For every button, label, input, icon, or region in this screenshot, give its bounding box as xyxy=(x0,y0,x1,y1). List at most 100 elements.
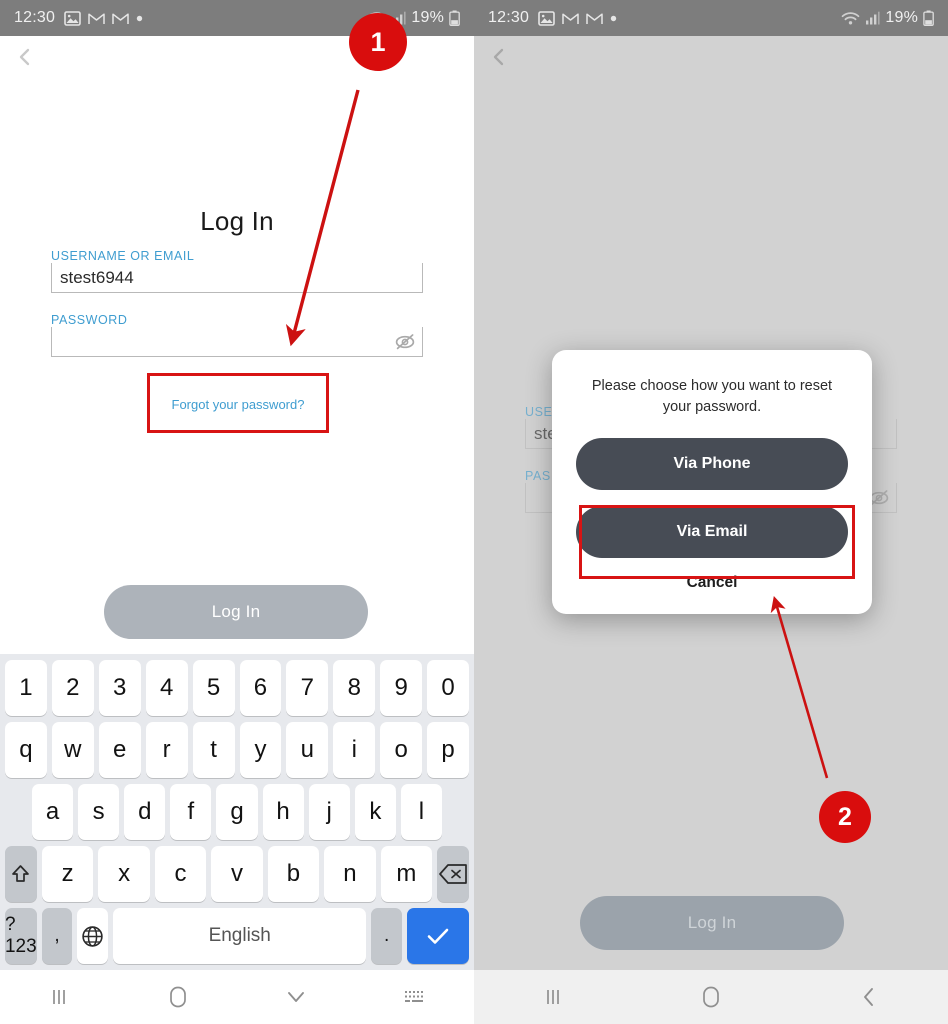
home-icon[interactable] xyxy=(155,977,201,1017)
key-8[interactable]: 8 xyxy=(333,660,376,716)
key-y[interactable]: y xyxy=(239,722,282,778)
key-o[interactable]: o xyxy=(380,722,423,778)
status-bar-time: 12:30 xyxy=(14,9,56,26)
right-phone-panel: 12:30 19% USE ste PAS Log In Please choo… xyxy=(474,0,948,1024)
key-v[interactable]: v xyxy=(211,846,263,902)
key-5[interactable]: 5 xyxy=(192,660,235,716)
key-r[interactable]: r xyxy=(145,722,188,778)
via-email-label: Via Email xyxy=(676,523,748,541)
key-m[interactable]: m xyxy=(380,846,433,902)
key-g[interactable]: g xyxy=(216,784,258,840)
key-c[interactable]: c xyxy=(154,846,207,902)
key-7[interactable]: 7 xyxy=(286,660,329,716)
screenshot-root: 12:30 19% Log In USERNAME OR EMAIL stest… xyxy=(0,0,948,1024)
nav-bar-right xyxy=(474,970,948,1024)
backspace-key[interactable] xyxy=(437,846,469,902)
key-h[interactable]: h xyxy=(262,784,304,840)
battery-percent-label: 19% xyxy=(411,9,444,26)
status-bar-right: 12:30 19% xyxy=(474,0,948,36)
globe-icon[interactable] xyxy=(77,908,109,964)
space-key[interactable]: English xyxy=(113,908,367,964)
key-e[interactable]: e xyxy=(98,722,141,778)
login-submit-button-dimmed: Log In xyxy=(580,896,844,950)
key-k[interactable]: k xyxy=(354,784,396,840)
status-bar-time: 12:30 xyxy=(488,9,530,26)
login-submit-button[interactable]: Log In xyxy=(104,585,368,639)
key-b[interactable]: b xyxy=(267,846,320,902)
key-1[interactable]: 1 xyxy=(4,660,47,716)
on-screen-keyboard: 1234567890 qwertyuiop asdfghjkl zxcvbnm … xyxy=(0,654,474,970)
key-j[interactable]: j xyxy=(308,784,350,840)
login-submit-label: Log In xyxy=(211,602,261,621)
reset-password-dialog: Please choose how you want to reset your… xyxy=(552,350,872,615)
username-field-label: USERNAME OR EMAIL xyxy=(51,249,195,263)
key-3[interactable]: 3 xyxy=(98,660,141,716)
username-input[interactable]: stest6944 xyxy=(51,263,423,293)
login-submit-label: Log In xyxy=(687,913,737,932)
recents-icon[interactable] xyxy=(530,977,576,1017)
chevron-down-icon[interactable] xyxy=(273,977,319,1017)
keyboard-row-qwerty: qwertyuiop xyxy=(2,722,472,778)
key-u[interactable]: u xyxy=(286,722,329,778)
back-icon[interactable] xyxy=(846,977,892,1017)
keyboard-row-numbers: 1234567890 xyxy=(2,660,472,716)
keyboard-row-asdf: asdfghjkl xyxy=(2,784,472,840)
password-field-label: PASSWORD xyxy=(51,313,128,327)
home-icon[interactable] xyxy=(688,977,734,1017)
key-i[interactable]: i xyxy=(333,722,376,778)
gmail-icon xyxy=(88,12,105,25)
username-input-value: stest6944 xyxy=(60,268,134,287)
key-a[interactable]: a xyxy=(32,784,74,840)
battery-icon xyxy=(923,10,934,26)
wifi-icon xyxy=(841,11,860,26)
back-chevron-icon[interactable] xyxy=(14,46,36,68)
period-key[interactable]: . xyxy=(371,908,402,964)
key-l[interactable]: l xyxy=(400,784,442,840)
eye-off-icon[interactable] xyxy=(390,330,420,354)
left-phone-panel: 12:30 19% Log In USERNAME OR EMAIL stest… xyxy=(0,0,474,1024)
battery-icon xyxy=(449,10,460,26)
password-field-group: PASSWORD xyxy=(51,313,423,357)
comma-key[interactable]: , xyxy=(41,908,73,964)
via-email-button[interactable]: Via Email xyxy=(576,506,848,559)
password-input[interactable] xyxy=(51,327,423,357)
key-q[interactable]: q xyxy=(4,722,47,778)
via-phone-button[interactable]: Via Phone xyxy=(576,438,848,491)
back-chevron-icon[interactable] xyxy=(488,46,510,68)
dot-icon xyxy=(136,15,143,22)
key-2[interactable]: 2 xyxy=(51,660,94,716)
key-z[interactable]: z xyxy=(41,846,94,902)
username-field-group: USERNAME OR EMAIL stest6944 xyxy=(51,249,423,293)
symbols-key[interactable]: ?123 xyxy=(4,908,37,964)
page-title: Log In xyxy=(200,206,274,236)
recents-icon[interactable] xyxy=(36,977,82,1017)
key-p[interactable]: p xyxy=(427,722,470,778)
gmail-icon xyxy=(586,12,603,25)
key-n[interactable]: n xyxy=(324,846,376,902)
key-4[interactable]: 4 xyxy=(145,660,188,716)
key-6[interactable]: 6 xyxy=(239,660,282,716)
key-t[interactable]: t xyxy=(192,722,235,778)
step-badge-2: 2 xyxy=(819,791,871,843)
cancel-button[interactable]: Cancel xyxy=(576,574,848,592)
keyboard-row-bottom: ?123 , English . xyxy=(2,908,472,964)
keyboard-icon[interactable] xyxy=(392,977,438,1017)
key-f[interactable]: f xyxy=(170,784,212,840)
key-w[interactable]: w xyxy=(51,722,94,778)
forgot-password-link[interactable]: Forgot your password? xyxy=(148,397,328,412)
via-phone-label: Via Phone xyxy=(673,455,751,473)
signal-icon xyxy=(865,11,880,25)
gmail-icon xyxy=(112,12,129,25)
photo-icon xyxy=(538,10,555,26)
key-s[interactable]: s xyxy=(78,784,120,840)
enter-key[interactable] xyxy=(407,908,470,964)
key-d[interactable]: d xyxy=(124,784,166,840)
shift-key[interactable] xyxy=(5,846,37,902)
key-x[interactable]: x xyxy=(98,846,150,902)
photo-icon xyxy=(64,10,81,26)
key-0[interactable]: 0 xyxy=(427,660,470,716)
keyboard-row-zxcv: zxcvbnm xyxy=(2,846,472,902)
key-9[interactable]: 9 xyxy=(380,660,423,716)
dialog-message: Please choose how you want to reset your… xyxy=(591,378,833,415)
dot-icon xyxy=(610,15,617,22)
